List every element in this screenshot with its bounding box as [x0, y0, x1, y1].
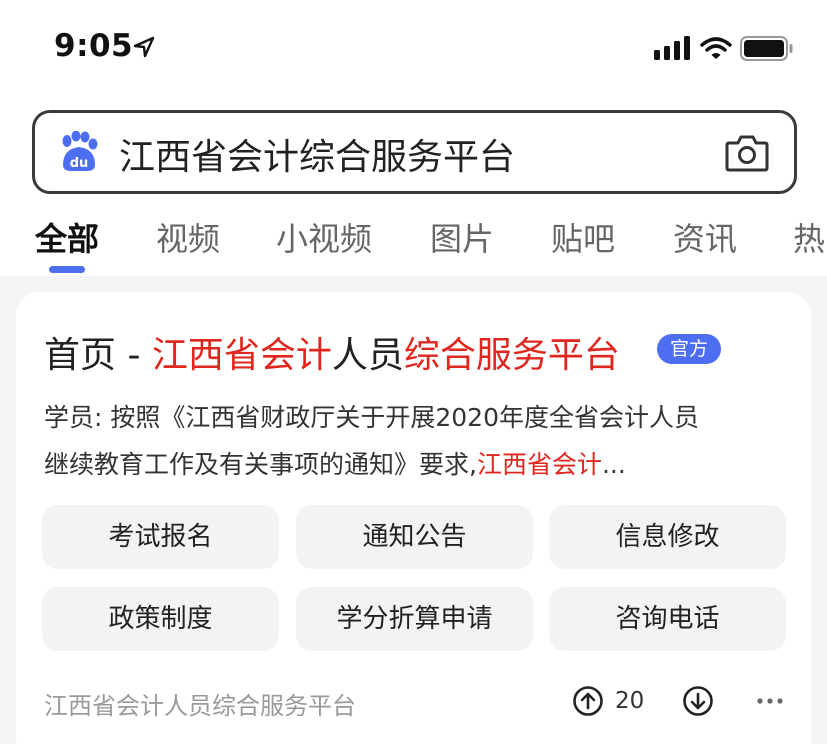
svg-text:du: du: [70, 156, 89, 171]
signal-icon: [654, 36, 690, 60]
link-exam-registration[interactable]: 考试报名: [42, 505, 279, 569]
location-arrow-icon: [133, 36, 155, 58]
downvote-icon[interactable]: [682, 685, 714, 717]
snippet-line: 继续教育工作及有关事项的通知》要求,江西省会计...: [44, 441, 784, 488]
tab-all[interactable]: 全部: [35, 214, 99, 260]
official-badge: 官方: [657, 334, 721, 364]
status-bar: 9:05: [0, 0, 827, 96]
snippet-line: 学员: 按照《江西省财政厅关于开展2020年度全省会计人员: [44, 403, 699, 432]
status-time: 9:05: [54, 28, 134, 64]
link-notices[interactable]: 通知公告: [296, 505, 533, 569]
tab-tieba[interactable]: 贴吧: [551, 214, 615, 260]
more-options-icon[interactable]: [756, 694, 784, 708]
battery-icon: [740, 36, 793, 61]
title-highlight: 江西省会计: [151, 335, 332, 376]
title-highlight: 综合服务平台: [403, 335, 620, 376]
title-part: 人员: [331, 335, 404, 376]
tab-images[interactable]: 图片: [430, 214, 494, 260]
baidu-paw-icon: du: [62, 131, 98, 171]
result-title[interactable]: 首页 - 江西省会计人员综合服务平台: [44, 326, 620, 378]
snippet-highlight: 江西省会计: [476, 450, 602, 479]
wifi-icon: [700, 37, 732, 59]
result-source: 江西省会计人员综合服务平台: [44, 692, 356, 720]
tab-news[interactable]: 资讯: [673, 214, 737, 260]
search-box[interactable]: du 江西省会计综合服务平台: [32, 110, 797, 194]
snippet-text: 继续教育工作及有关事项的通知》要求,: [44, 450, 477, 479]
link-hotline[interactable]: 咨询电话: [549, 587, 786, 651]
upvote-icon[interactable]: [572, 685, 604, 717]
tab-hot[interactable]: 热: [793, 214, 825, 260]
tab-video[interactable]: 视频: [156, 214, 220, 260]
title-part: 首页 -: [44, 335, 152, 376]
link-edit-info[interactable]: 信息修改: [549, 505, 786, 569]
tab-short-video[interactable]: 小视频: [276, 214, 372, 260]
search-query[interactable]: 江西省会计综合服务平台: [119, 128, 515, 180]
camera-icon[interactable]: [725, 133, 769, 173]
link-policy[interactable]: 政策制度: [42, 587, 279, 651]
result-card: 首页 - 江西省会计人员综合服务平台 官方 学员: 按照《江西省财政厅关于开展2…: [16, 292, 811, 744]
tab-bar: 全部 视频 小视频 图片 贴吧 资讯 热: [0, 206, 827, 276]
active-tab-indicator: [49, 266, 85, 273]
snippet-ellipsis: ...: [601, 450, 626, 479]
result-snippet: 学员: 按照《江西省财政厅关于开展2020年度全省会计人员 继续教育工作及有关事…: [44, 394, 784, 488]
link-credit-conversion[interactable]: 学分折算申请: [296, 587, 533, 651]
vote-count: 20: [615, 688, 645, 714]
